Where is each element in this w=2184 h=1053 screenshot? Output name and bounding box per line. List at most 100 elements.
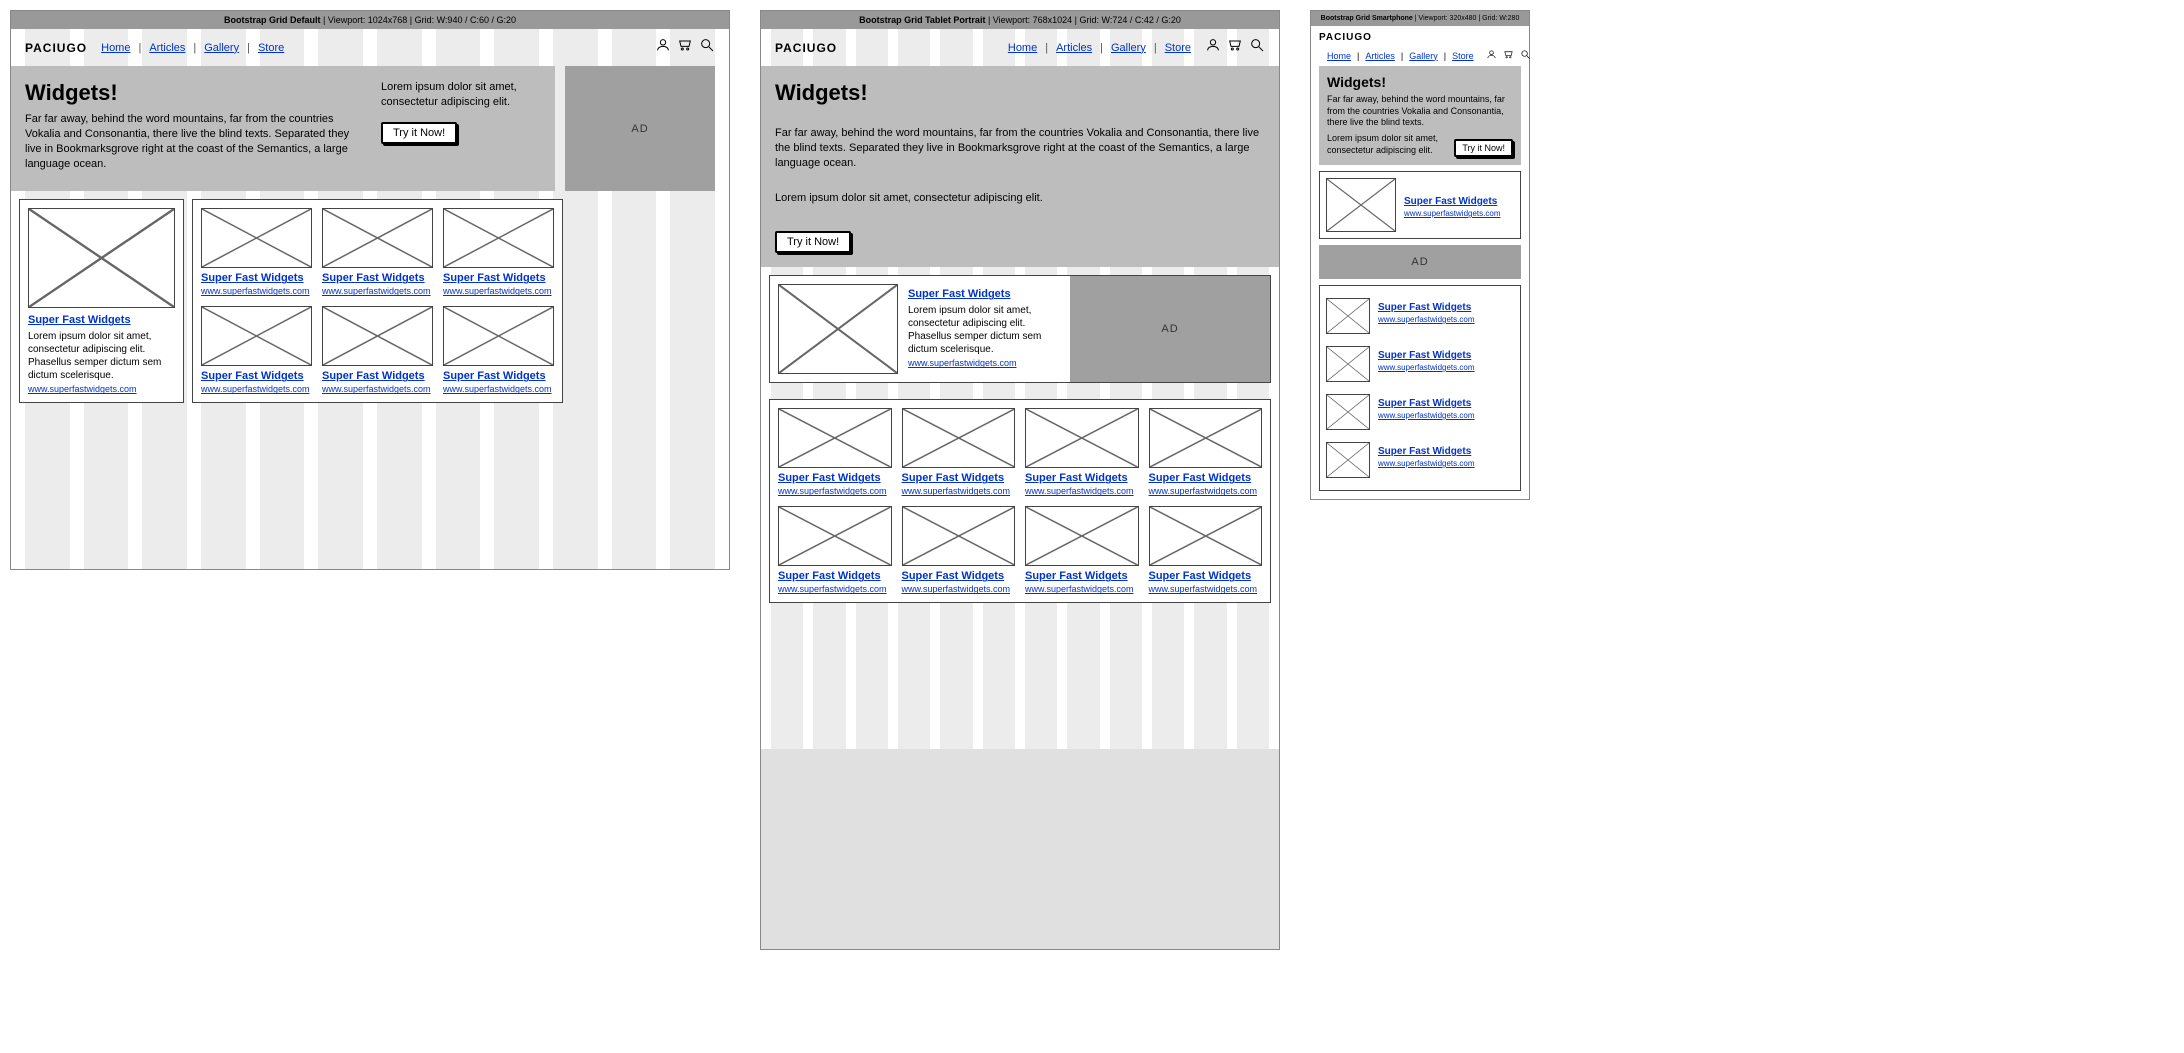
nav-gallery[interactable]: Gallery (204, 42, 239, 54)
nav-articles[interactable]: Articles (1365, 51, 1395, 61)
widget-title-link[interactable]: Super Fast Widgets (908, 288, 1060, 300)
titlebar-rest: | Viewport: 1024x768 | Grid: W:940 / C:6… (321, 15, 516, 25)
widget-url-link[interactable]: www.superfastwidgets.com (1404, 209, 1500, 218)
widget-url-link[interactable]: www.superfastwidgets.com (201, 384, 312, 394)
thumbnail-placeholder (1025, 506, 1139, 566)
nav-store[interactable]: Store (1452, 51, 1474, 61)
search-icon[interactable] (1249, 37, 1265, 58)
hero-title: Widgets! (775, 80, 1265, 106)
titlebar-phone: Bootstrap Grid Smartphone | Viewport: 32… (1311, 11, 1529, 26)
widget-url-link[interactable]: www.superfastwidgets.com (902, 486, 1016, 496)
thumbnail-placeholder (778, 284, 898, 374)
widget-title-link[interactable]: Super Fast Widgets (322, 272, 433, 284)
widget-title-link[interactable]: Super Fast Widgets (1149, 472, 1263, 484)
cart-icon[interactable] (1503, 49, 1514, 62)
widget-url-link[interactable]: www.superfastwidgets.com (1378, 363, 1474, 372)
widget-title-link[interactable]: Super Fast Widgets (443, 272, 554, 284)
widget-card: Super Fast Widgets www.superfastwidgets.c… (443, 208, 554, 296)
cta-button[interactable]: Try it Now! (775, 231, 851, 253)
widget-url-link[interactable]: www.superfastwidgets.com (28, 384, 175, 394)
widget-title-link[interactable]: Super Fast Widgets (902, 472, 1016, 484)
widget-url-link[interactable]: www.superfastwidgets.com (322, 286, 433, 296)
thumbnail-placeholder (322, 208, 433, 268)
widget-url-link[interactable]: www.superfastwidgets.com (1025, 584, 1139, 594)
widget-url-link[interactable]: www.superfastwidgets.com (778, 486, 892, 496)
widget-url-link[interactable]: www.superfastwidgets.com (778, 584, 892, 594)
widget-url-link[interactable]: www.superfastwidgets.com (201, 286, 312, 296)
widget-title-link[interactable]: Super Fast Widgets (201, 370, 312, 382)
nav-gallery[interactable]: Gallery (1409, 51, 1438, 61)
cta-button[interactable]: Try it Now! (1454, 139, 1513, 157)
widget-title-link[interactable]: Super Fast Widgets (1149, 570, 1263, 582)
nav-articles[interactable]: Articles (149, 42, 185, 54)
thumbnail-placeholder (201, 306, 312, 366)
nav-articles[interactable]: Articles (1056, 42, 1092, 54)
widget-title-link[interactable]: Super Fast Widgets (28, 314, 175, 326)
widget-title-link[interactable]: Super Fast Widgets (1378, 302, 1474, 313)
widget-url-link[interactable]: www.superfastwidgets.com (1378, 315, 1474, 324)
widget-card: Super Fast Widgets www.superfastwidgets.c… (1025, 506, 1139, 594)
widget-title-link[interactable]: Super Fast Widgets (778, 570, 892, 582)
thumbnail-placeholder (778, 408, 892, 468)
header: PACIUGO Home| Articles| Gallery| Store (11, 29, 729, 66)
cart-icon[interactable] (677, 37, 693, 58)
nav-gallery[interactable]: Gallery (1111, 42, 1146, 54)
widget-url-link[interactable]: www.superfastwidgets.com (908, 358, 1060, 368)
widget-url-link[interactable]: www.superfastwidgets.com (1378, 459, 1474, 468)
logo: PACIUGO (1319, 26, 1521, 45)
widget-url-link[interactable]: www.superfastwidgets.com (902, 584, 1016, 594)
list-item: Super Fast Widgets www.superfastwidgets.c… (1326, 292, 1514, 340)
widget-title-link[interactable]: Super Fast Widgets (902, 570, 1016, 582)
widget-title-link[interactable]: Super Fast Widgets (1404, 196, 1500, 207)
widget-title-link[interactable]: Super Fast Widgets (201, 272, 312, 284)
hero: Widgets! Far far away, behind the word m… (11, 66, 555, 191)
user-icon[interactable] (655, 37, 671, 58)
widget-grid: Super Fast Widgets www.superfastwidgets.c… (769, 399, 1271, 603)
thumbnail-placeholder (1326, 442, 1370, 478)
hero-lorem: Lorem ipsum dolor sit amet, consectetur … (1327, 133, 1448, 156)
widget-title-link[interactable]: Super Fast Widgets (443, 370, 554, 382)
hero-title: Widgets! (25, 80, 367, 106)
hero-lorem: Lorem ipsum dolor sit amet, consectetur … (381, 80, 541, 110)
widget-title-link[interactable]: Super Fast Widgets (1378, 350, 1474, 361)
thumbnail-placeholder (28, 208, 175, 308)
widget-title-link[interactable]: Super Fast Widgets (778, 472, 892, 484)
feature-card: Super Fast Widgets Lorem ipsum dolor sit… (769, 275, 1271, 383)
nav-home[interactable]: Home (1008, 42, 1037, 54)
widget-url-link[interactable]: www.superfastwidgets.com (443, 286, 554, 296)
titlebar-desktop: Bootstrap Grid Default | Viewport: 1024x… (11, 11, 729, 29)
widget-title-link[interactable]: Super Fast Widgets (1025, 570, 1139, 582)
viewport-phone: Bootstrap Grid Smartphone | Viewport: 32… (1310, 10, 1530, 500)
nav-home[interactable]: Home (1327, 51, 1351, 61)
widget-title-link[interactable]: Super Fast Widgets (322, 370, 433, 382)
thumbnail-placeholder (1326, 346, 1370, 382)
ad-box[interactable]: AD (1070, 276, 1270, 382)
widget-title-link[interactable]: Super Fast Widgets (1378, 446, 1474, 457)
widget-title-link[interactable]: Super Fast Widgets (1025, 472, 1139, 484)
widget-title-link[interactable]: Super Fast Widgets (1378, 398, 1474, 409)
search-icon[interactable] (1520, 49, 1531, 62)
thumbnail-placeholder (201, 208, 312, 268)
widget-url-link[interactable]: www.superfastwidgets.com (1149, 584, 1263, 594)
widget-url-link[interactable]: www.superfastwidgets.com (1378, 411, 1474, 420)
ad-box[interactable]: AD (565, 66, 715, 191)
nav-store[interactable]: Store (1165, 42, 1191, 54)
nav-store[interactable]: Store (258, 42, 284, 54)
titlebar-bold: Bootstrap Grid Smartphone (1321, 15, 1413, 22)
cart-icon[interactable] (1227, 37, 1243, 58)
search-icon[interactable] (699, 37, 715, 58)
thumbnail-placeholder (1326, 298, 1370, 334)
widget-url-link[interactable]: www.superfastwidgets.com (1025, 486, 1139, 496)
nav-home[interactable]: Home (101, 42, 130, 54)
list-item: Super Fast Widgets www.superfastwidgets.c… (1326, 340, 1514, 388)
widget-url-link[interactable]: www.superfastwidgets.com (443, 384, 554, 394)
widget-url-link[interactable]: www.superfastwidgets.com (1149, 486, 1263, 496)
user-icon[interactable] (1205, 37, 1221, 58)
ad-box[interactable]: AD (1319, 245, 1521, 279)
thumbnail-placeholder (1025, 408, 1139, 468)
widget-card: Super Fast Widgets www.superfastwidgets.c… (1149, 506, 1263, 594)
logo: PACIUGO (775, 41, 837, 55)
cta-button[interactable]: Try it Now! (381, 122, 457, 144)
user-icon[interactable] (1486, 49, 1497, 62)
widget-url-link[interactable]: www.superfastwidgets.com (322, 384, 433, 394)
